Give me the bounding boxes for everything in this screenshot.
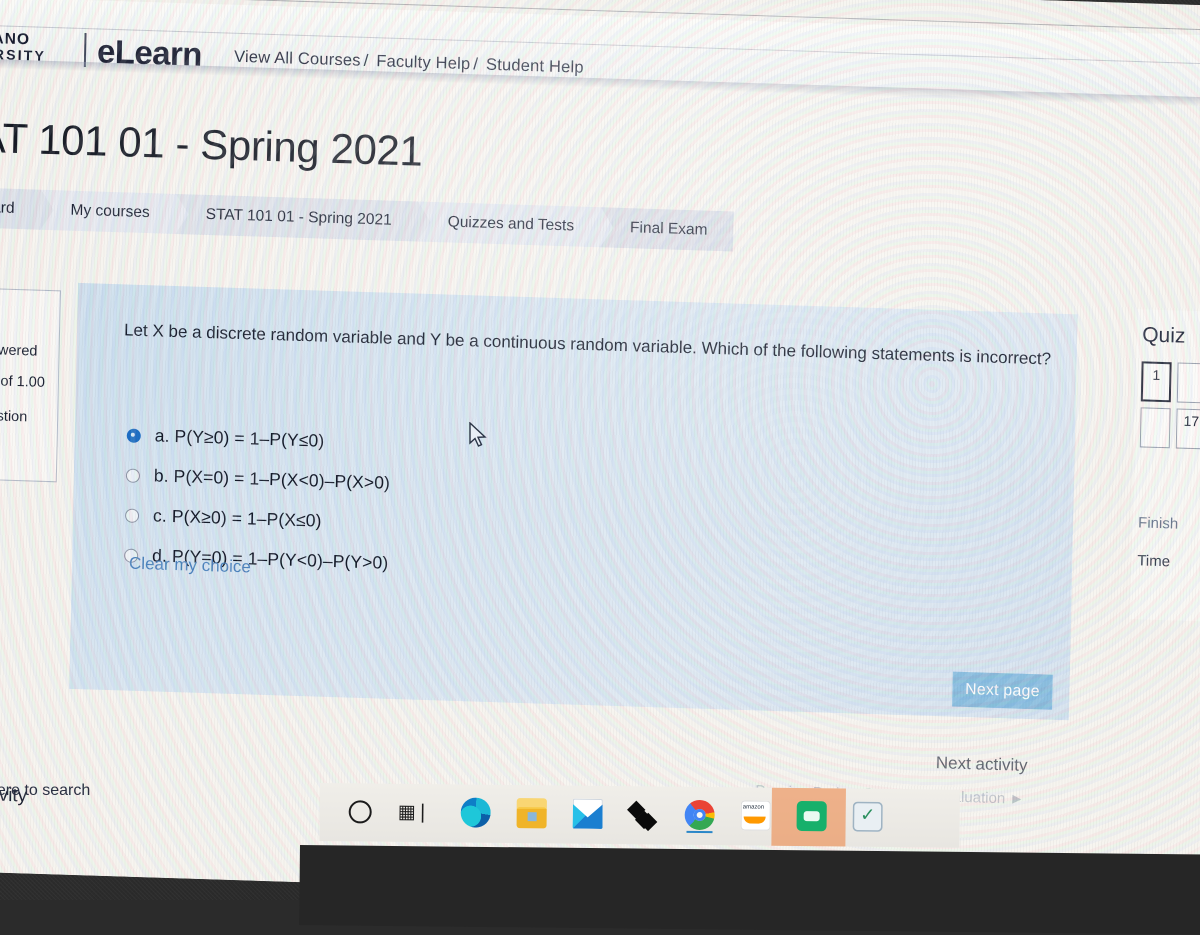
breadcrumb-item-my-courses[interactable]: My courses [40, 189, 177, 234]
link-faculty-help[interactable]: Faculty Help [376, 52, 470, 73]
breadcrumb-item-course[interactable]: STAT 101 01 - Spring 2021 [175, 193, 419, 242]
quiz-question-grid: 1 9 17 [1139, 361, 1200, 451]
answer-option-a-label: a. P(Y≥0) = 1–P(Y≤0) [155, 425, 325, 451]
cortana-circle-icon [348, 799, 372, 824]
taskbar-amazon-button[interactable] [735, 795, 775, 835]
radio-option-b[interactable] [125, 468, 141, 483]
taskbar-mail-button[interactable] [567, 794, 607, 834]
clear-my-choice-link[interactable]: Clear my choice [129, 554, 251, 578]
taskbar-task-view-button[interactable]: ▦❘ [393, 792, 433, 832]
task-view-icon: ▦❘ [397, 801, 430, 823]
answer-option-b-label: b. P(X=0) = 1–P(X<0)–P(X>0) [154, 465, 391, 493]
radio-option-c[interactable] [124, 508, 140, 523]
next-activity-label: Next activity [935, 753, 1028, 775]
capilano-university-logo: CAPILANO UNIVERSITY [0, 28, 47, 63]
dropbox-icon [629, 799, 659, 829]
quiz-question-box-1[interactable]: 1 [1140, 361, 1172, 403]
flag-question-button[interactable]: ⚑ Flag question [0, 403, 45, 429]
taskbar-cortana-button[interactable] [339, 791, 379, 831]
next-page-button[interactable]: Next page [952, 671, 1053, 710]
option-c-letter: c. [152, 505, 168, 526]
question-panel: Let X be a discrete random variable and … [69, 282, 1078, 721]
header-sep-1: / [363, 51, 369, 70]
answer-option-c[interactable]: c. P(X≥0) = 1–P(X≤0) [124, 504, 390, 533]
question-text: Let X be a discrete random variable and … [123, 320, 1052, 369]
question-info-panel: Question 1 Not yet answered Marked out o… [0, 285, 61, 483]
page-title: STAT 101 01 - Spring 2021 [0, 112, 423, 175]
header-sep-2: / [473, 55, 479, 74]
option-b-text: P(X=0) = 1–P(X<0)–P(X>0) [173, 466, 391, 493]
windows-taskbar: ▦❘ [319, 783, 960, 848]
edge-browser-icon [460, 797, 491, 828]
question-number-line: Question 1 [0, 297, 48, 332]
mail-icon [572, 798, 603, 829]
chrome-browser-icon [684, 799, 715, 831]
checkmark-app-icon [852, 801, 883, 832]
breadcrumb-item-quizzes-and-tests[interactable]: Quizzes and Tests [417, 201, 601, 248]
answer-option-a[interactable]: a. P(Y≥0) = 1–P(Y≤0) [126, 425, 392, 454]
marked-out-of-value: 1.00 [16, 374, 46, 392]
question-number: 1 [0, 303, 1, 325]
question-marks: Marked out of 1.00 [0, 369, 46, 395]
laptop-screen: CAPILANO UNIVERSITY eLearn View All Cour… [0, 0, 1200, 912]
taskbar-search-hint[interactable]: here to search [0, 782, 90, 800]
chrome-active-indicator [686, 830, 713, 834]
quiz-navigation-panel: Quiz 1 9 17 Finish Time [1130, 309, 1200, 623]
file-explorer-icon [516, 798, 547, 829]
option-b-letter: b. [153, 465, 169, 486]
amazon-icon [740, 800, 771, 831]
finish-attempt-link[interactable]: Finish [1138, 514, 1178, 532]
quiz-question-box-17[interactable]: 17 [1175, 408, 1200, 450]
mouse-cursor-icon [469, 422, 487, 447]
option-a-text: P(Y≥0) = 1–P(Y≤0) [174, 426, 325, 451]
answer-option-b[interactable]: b. P(X=0) = 1–P(X<0)–P(X>0) [125, 465, 391, 494]
taskbar-checkmark-app-button[interactable] [847, 797, 887, 837]
taskbar-chrome-button[interactable] [679, 795, 719, 835]
green-app-icon [796, 800, 827, 832]
quiz-question-box-10[interactable] [1139, 407, 1171, 449]
flag-question-label: Flag question [0, 407, 28, 426]
taskbar-file-explorer-button[interactable] [511, 793, 551, 833]
page-body: STAT 101 01 - Spring 2021 Dashboard My c… [0, 66, 1200, 912]
option-c-text: P(X≥0) = 1–P(X≤0) [171, 505, 322, 531]
question-status: Not yet answered [0, 340, 38, 360]
taskbar-dropbox-button[interactable] [623, 794, 663, 834]
marked-out-of-label: Marked out of [0, 372, 13, 391]
desk-edge-shadow [299, 845, 1200, 935]
quiz-navigation-title: Quiz [1141, 323, 1186, 348]
time-left-label: Time [1137, 552, 1171, 571]
browser-viewport: CAPILANO UNIVERSITY eLearn View All Cour… [0, 0, 1200, 912]
answer-option-c-label: c. P(X≥0) = 1–P(X≤0) [153, 505, 322, 531]
quiz-question-box-2[interactable] [1176, 362, 1200, 404]
taskbar-edge-button[interactable] [455, 792, 495, 832]
breadcrumb-item-final-exam: Final Exam [599, 207, 734, 252]
option-a-letter: a. [154, 425, 170, 446]
breadcrumb-item-dashboard[interactable]: Dashboard [0, 185, 41, 230]
taskbar-green-app-button[interactable] [791, 796, 831, 836]
breadcrumb: Dashboard My courses STAT 101 01 - Sprin… [0, 185, 734, 252]
radio-option-a[interactable] [126, 428, 141, 443]
link-student-help[interactable]: Student Help [486, 56, 584, 77]
